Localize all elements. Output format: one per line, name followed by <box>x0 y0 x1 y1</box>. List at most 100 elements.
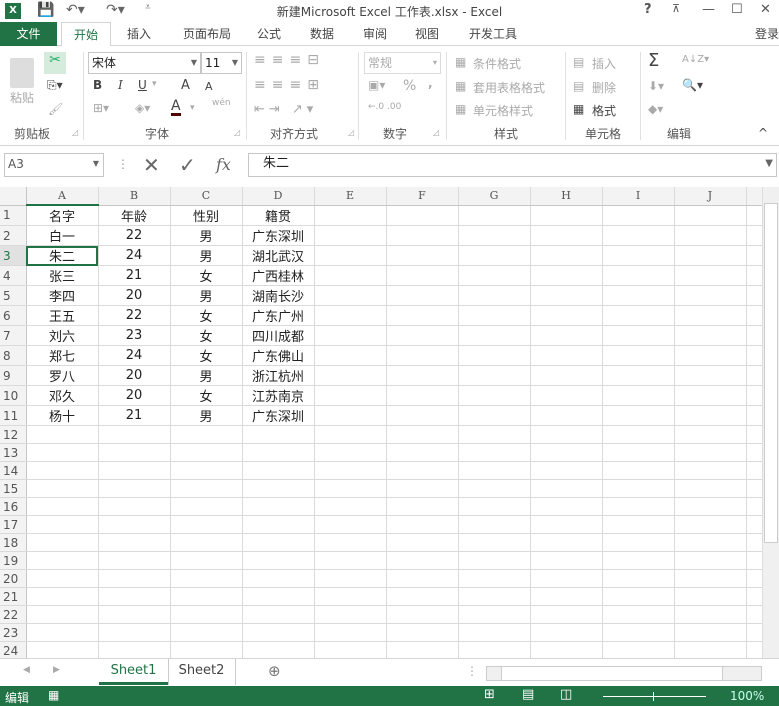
cell[interactable] <box>602 479 675 498</box>
cell[interactable] <box>458 605 531 624</box>
cell[interactable] <box>26 533 99 552</box>
cell[interactable] <box>170 533 243 552</box>
cell[interactable] <box>98 587 171 606</box>
border-icon[interactable]: ⊞▾ <box>93 101 109 115</box>
cell[interactable] <box>314 641 387 660</box>
cell[interactable] <box>674 569 747 588</box>
cell[interactable] <box>458 285 531 306</box>
cell[interactable] <box>98 515 171 534</box>
cell[interactable] <box>530 265 603 286</box>
cell[interactable] <box>674 385 747 406</box>
cell[interactable] <box>530 605 603 624</box>
autosum-button[interactable]: Σ <box>648 50 659 71</box>
cell[interactable] <box>602 515 675 534</box>
cell[interactable] <box>674 225 747 246</box>
cell[interactable] <box>314 385 387 406</box>
cell[interactable]: 广东深圳 <box>242 405 315 426</box>
cell[interactable] <box>242 551 315 570</box>
cell[interactable]: 广西桂林 <box>242 265 315 286</box>
format-painter-icon[interactable]: 🖌 <box>48 102 63 116</box>
row-header[interactable]: 12 <box>0 425 27 444</box>
cell[interactable] <box>674 305 747 326</box>
tab-file[interactable]: 文件 <box>0 22 57 46</box>
collapse-ribbon-icon[interactable]: ^ <box>758 126 768 140</box>
cell[interactable]: 女 <box>170 325 243 346</box>
tab-data[interactable]: 数据 <box>302 22 342 46</box>
cell[interactable] <box>170 425 243 444</box>
cell[interactable] <box>458 345 531 366</box>
cell[interactable] <box>386 515 459 534</box>
cell[interactable] <box>674 443 747 462</box>
currency-icon[interactable]: ▣▾ <box>368 78 385 92</box>
cell[interactable] <box>26 641 99 660</box>
font-color-dropdown-icon[interactable]: ▾ <box>190 103 195 113</box>
percent-button[interactable]: % <box>403 78 416 94</box>
cell[interactable] <box>674 365 747 386</box>
cell[interactable] <box>602 533 675 552</box>
cell[interactable] <box>458 443 531 462</box>
cell[interactable] <box>458 405 531 426</box>
vertical-scrollbar[interactable] <box>762 187 779 658</box>
cell[interactable] <box>26 551 99 570</box>
cell[interactable] <box>458 325 531 346</box>
minimize-button[interactable]: — <box>702 2 715 17</box>
row-header[interactable]: 10 <box>0 385 27 406</box>
normal-view-icon[interactable]: ⊞ <box>484 687 495 702</box>
cell[interactable]: 21 <box>98 405 171 426</box>
sign-in-link[interactable]: 登录 <box>752 22 779 46</box>
row-header[interactable]: 6 <box>0 305 27 326</box>
cell[interactable] <box>602 641 675 660</box>
font-name-select[interactable]: 宋体 ▼ <box>88 52 201 74</box>
cell[interactable] <box>674 641 747 660</box>
clear-icon[interactable]: ◆▾ <box>648 102 663 116</box>
cell[interactable] <box>386 205 459 226</box>
row-header[interactable]: 7 <box>0 325 27 346</box>
cell[interactable] <box>170 551 243 570</box>
cell[interactable] <box>170 515 243 534</box>
cell[interactable] <box>530 205 603 226</box>
cell[interactable] <box>242 443 315 462</box>
cell[interactable] <box>674 285 747 306</box>
bold-button[interactable]: B <box>93 78 102 92</box>
cell[interactable] <box>458 205 531 226</box>
cell[interactable] <box>170 605 243 624</box>
cell[interactable] <box>458 533 531 552</box>
cell[interactable] <box>314 623 387 642</box>
cell[interactable] <box>314 325 387 346</box>
row-header[interactable]: 22 <box>0 605 27 624</box>
cell[interactable]: 广东佛山 <box>242 345 315 366</box>
shrink-font-button[interactable]: A <box>205 80 213 93</box>
cell[interactable] <box>386 225 459 246</box>
cell[interactable] <box>314 587 387 606</box>
cell[interactable] <box>98 461 171 480</box>
cell[interactable] <box>530 569 603 588</box>
format-as-table-button[interactable]: 套用表格格式 <box>473 79 545 96</box>
cell[interactable] <box>170 461 243 480</box>
cell[interactable] <box>602 405 675 426</box>
cell[interactable]: 张三 <box>26 265 99 286</box>
cell[interactable] <box>602 425 675 444</box>
cell[interactable]: 李四 <box>26 285 99 306</box>
cell[interactable] <box>314 515 387 534</box>
cell[interactable]: 广东深圳 <box>242 225 315 246</box>
tab-formulas[interactable]: 公式 <box>250 22 288 46</box>
cell[interactable] <box>98 425 171 444</box>
cell[interactable] <box>602 623 675 642</box>
cell[interactable] <box>386 443 459 462</box>
cell[interactable] <box>530 405 603 426</box>
cell[interactable] <box>26 605 99 624</box>
cell[interactable] <box>530 479 603 498</box>
cell[interactable] <box>314 551 387 570</box>
cell[interactable]: 浙江杭州 <box>242 365 315 386</box>
cancel-icon[interactable]: ✕ <box>143 153 160 177</box>
dialog-launcher-icon[interactable]: ◿ <box>348 128 354 137</box>
font-size-select[interactable]: 11 ▼ <box>201 52 242 74</box>
cell[interactable] <box>26 497 99 516</box>
cell[interactable]: 王五 <box>26 305 99 326</box>
dialog-launcher-icon[interactable]: ◿ <box>433 128 439 137</box>
cell[interactable] <box>530 345 603 366</box>
close-button[interactable]: ✕ <box>760 2 771 17</box>
cell[interactable] <box>458 305 531 326</box>
cell[interactable] <box>602 345 675 366</box>
cell[interactable]: 年龄 <box>98 205 171 226</box>
